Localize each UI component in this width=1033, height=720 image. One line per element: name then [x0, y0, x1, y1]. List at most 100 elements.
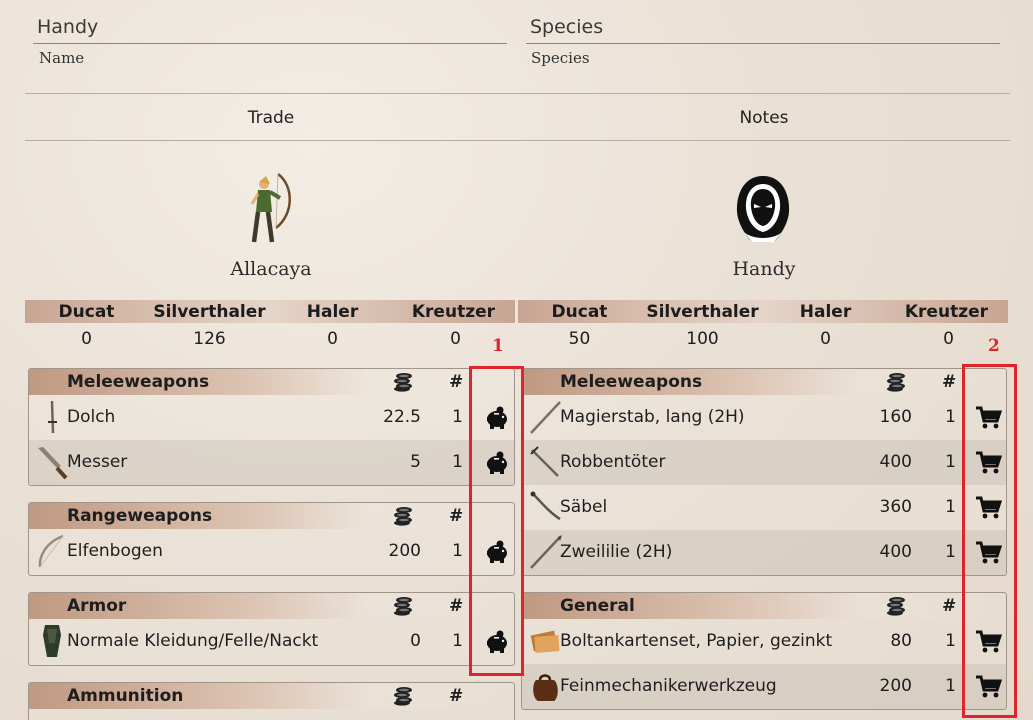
annotation-box-2 [962, 364, 1017, 718]
item-price: 0 [410, 631, 421, 651]
item-quantity: 1 [945, 676, 956, 696]
item-price: 400 [879, 452, 912, 472]
name-label: Name [39, 49, 85, 67]
item-price: 160 [879, 407, 912, 427]
section-header: Meleeweapons # [29, 369, 514, 395]
item-row-feinmechanikerwerkzeug[interactable]: Feinmechanikerwerkzeug 200 1 [522, 664, 1006, 709]
currency-ducat-value[interactable]: 50 [518, 329, 641, 349]
annotation-label-1: 1 [492, 336, 504, 356]
section-header: General # [522, 593, 1006, 619]
currency-silverthaler-value[interactable]: 100 [641, 329, 764, 349]
coins-icon [391, 506, 413, 526]
tool-bag-icon [533, 674, 558, 701]
item-quantity: 1 [945, 631, 956, 651]
item-row-elfenbogen[interactable]: Elfenbogen 200 1 [29, 529, 514, 574]
section-header: Ammunition # [29, 683, 514, 709]
item-quantity: 1 [945, 407, 956, 427]
dagger-icon [48, 400, 57, 434]
polearm-icon [530, 535, 562, 569]
currency-silverthaler-label: Silverthaler [153, 301, 266, 322]
quantity-header: # [449, 506, 464, 526]
item-quantity: 1 [945, 497, 956, 517]
section-title: Armor [67, 596, 127, 616]
item-quantity: 1 [452, 541, 463, 561]
item-price: 360 [879, 497, 912, 517]
staff-icon [530, 401, 561, 434]
item-price: 5 [410, 452, 421, 472]
item-row-zweililie[interactable]: Zweililie (2H) 400 1 [522, 530, 1006, 575]
quantity-header: # [449, 596, 464, 616]
section-title: Meleeweapons [67, 372, 210, 392]
item-row-magierstab[interactable]: Magierstab, lang (2H) 160 1 [522, 395, 1006, 440]
currency-silverthaler-value[interactable]: 126 [148, 329, 271, 349]
item-row-boltankartenset[interactable]: Boltankartenset, Papier, gezinkt 80 1 [522, 619, 1006, 664]
sword-icon [530, 446, 559, 477]
item-row-robbentoeter[interactable]: Robbentöter 400 1 [522, 440, 1006, 485]
item-quantity: 1 [945, 542, 956, 562]
item-price: 200 [388, 541, 421, 561]
item-row-kleidung[interactable]: Normale Kleidung/Felle/Nackt 0 1 [29, 619, 514, 664]
name-underline [33, 43, 507, 44]
item-quantity: 1 [452, 407, 463, 427]
actor-name-value[interactable]: Handy [37, 16, 98, 38]
elf-archer-portrait [250, 173, 291, 243]
right-section-general: General # Boltankartenset, Papier, gezin… [521, 592, 1007, 710]
clothing-icon [43, 625, 61, 657]
divider-bottom [25, 140, 1010, 141]
currency-kreutzer-label: Kreutzer [411, 301, 495, 322]
item-price: 80 [890, 631, 912, 651]
coins-icon [884, 372, 906, 392]
quantity-header: # [942, 372, 957, 392]
tab-notes[interactable]: Notes [664, 108, 864, 128]
quantity-header: # [942, 596, 957, 616]
right-currency-values: 50 100 0 0 [518, 326, 1008, 352]
left-actor-name: Allacaya [230, 258, 312, 280]
item-row-dolch[interactable]: Dolch 22.5 1 [29, 395, 514, 440]
item-name: Normale Kleidung/Felle/Nackt [67, 631, 319, 651]
tab-trade[interactable]: Trade [171, 108, 371, 128]
bow-icon [38, 534, 64, 568]
currency-haler-value[interactable]: 0 [271, 329, 394, 349]
currency-ducat-label: Ducat [551, 301, 608, 322]
section-title: Ammunition [67, 686, 184, 706]
right-actor-name: Handy [732, 258, 796, 280]
section-title: Rangeweapons [67, 506, 213, 526]
currency-haler-label: Haler [306, 301, 359, 322]
section-header: Armor # [29, 593, 514, 619]
left-section-ammunition: Ammunition # [28, 682, 515, 720]
right-currency-header: Ducat Silverthaler Haler Kreutzer [518, 300, 1008, 323]
section-title: Meleeweapons [560, 372, 703, 392]
item-row-saebel[interactable]: Säbel 360 1 [522, 485, 1006, 530]
item-name: Säbel [560, 497, 608, 517]
item-row-messer[interactable]: Messer 5 1 [29, 440, 514, 485]
item-price: 22.5 [383, 407, 421, 427]
right-section-meleeweapons: Meleeweapons # Magierstab, lang (2H) 160… [521, 368, 1007, 576]
coins-icon [391, 686, 413, 706]
annotation-label-2: 2 [988, 336, 1000, 356]
currency-haler-value[interactable]: 0 [764, 329, 887, 349]
knife-icon [38, 447, 68, 480]
item-price: 400 [879, 542, 912, 562]
item-quantity: 1 [945, 452, 956, 472]
item-name: Dolch [67, 407, 116, 427]
currency-silverthaler-label: Silverthaler [646, 301, 759, 322]
item-quantity: 1 [452, 452, 463, 472]
item-name: Boltankartenset, Papier, gezinkt [560, 631, 833, 651]
section-header: Meleeweapons # [522, 369, 1006, 395]
cards-icon [530, 630, 560, 653]
item-name: Messer [67, 452, 128, 472]
quantity-header: # [449, 372, 464, 392]
item-name: Robbentöter [560, 452, 666, 472]
item-name: Feinmechanikerwerkzeug [560, 676, 777, 696]
coins-icon [884, 596, 906, 616]
species-value[interactable]: Species [530, 16, 603, 38]
item-name: Elfenbogen [67, 541, 163, 561]
species-label: Species [531, 49, 590, 67]
currency-ducat-label: Ducat [58, 301, 115, 322]
section-header: Rangeweapons # [29, 503, 514, 529]
currency-kreutzer-label: Kreutzer [904, 301, 988, 322]
left-section-rangeweapons: Rangeweapons # Elfenbogen 200 1 [28, 502, 515, 576]
annotation-box-1 [469, 366, 524, 676]
currency-ducat-value[interactable]: 0 [25, 329, 148, 349]
left-section-meleeweapons: Meleeweapons # Dolch 22.5 1 Messer 5 1 [28, 368, 515, 486]
